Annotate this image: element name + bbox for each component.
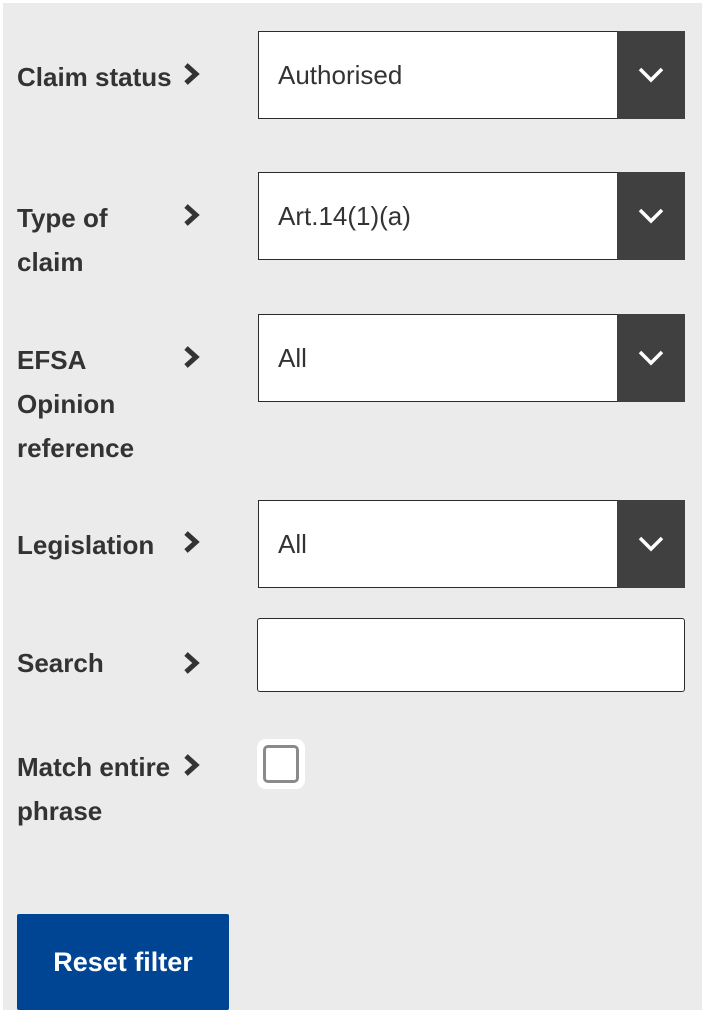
match-entire-phrase-label: Match entire phrase — [17, 752, 171, 826]
efsa-opinion-dropdown-button[interactable] — [617, 314, 685, 402]
match-entire-phrase-checkbox[interactable] — [257, 739, 305, 789]
reset-filter-button[interactable]: Reset filter — [17, 914, 229, 1010]
claim-status-label: Claim status — [17, 62, 172, 92]
chevron-right-icon — [179, 193, 205, 237]
chevron-right-icon — [179, 520, 205, 564]
efsa-opinion-value: All — [278, 343, 307, 373]
type-of-claim-dropdown-button[interactable] — [617, 172, 685, 260]
chevron-right-icon — [179, 335, 205, 379]
efsa-opinion-select[interactable]: All — [258, 314, 685, 402]
legislation-value: All — [278, 529, 307, 559]
type-of-claim-select[interactable]: Art.14(1)(a) — [258, 172, 685, 260]
chevron-down-icon — [638, 67, 664, 83]
type-of-claim-value: Art.14(1)(a) — [278, 201, 411, 231]
legislation-label: Legislation — [17, 530, 155, 560]
search-input[interactable] — [257, 618, 685, 692]
legislation-dropdown-button[interactable] — [617, 500, 685, 588]
chevron-right-icon — [179, 641, 205, 685]
chevron-down-icon — [638, 350, 664, 366]
filter-panel: Claim status Authorised Type of claim Ar… — [3, 3, 702, 1010]
efsa-opinion-label: EFSA Opinion reference — [17, 345, 135, 463]
type-of-claim-label: Type of claim — [17, 203, 108, 277]
search-label: Search — [17, 648, 104, 678]
checkbox-box — [263, 745, 299, 783]
chevron-down-icon — [638, 208, 664, 224]
chevron-right-icon — [179, 52, 205, 96]
claim-status-value: Authorised — [278, 60, 403, 90]
claim-status-dropdown-button[interactable] — [617, 31, 685, 119]
chevron-right-icon — [179, 743, 205, 787]
claim-status-select[interactable]: Authorised — [258, 31, 685, 119]
chevron-down-icon — [638, 536, 664, 552]
legislation-select[interactable]: All — [258, 500, 685, 588]
